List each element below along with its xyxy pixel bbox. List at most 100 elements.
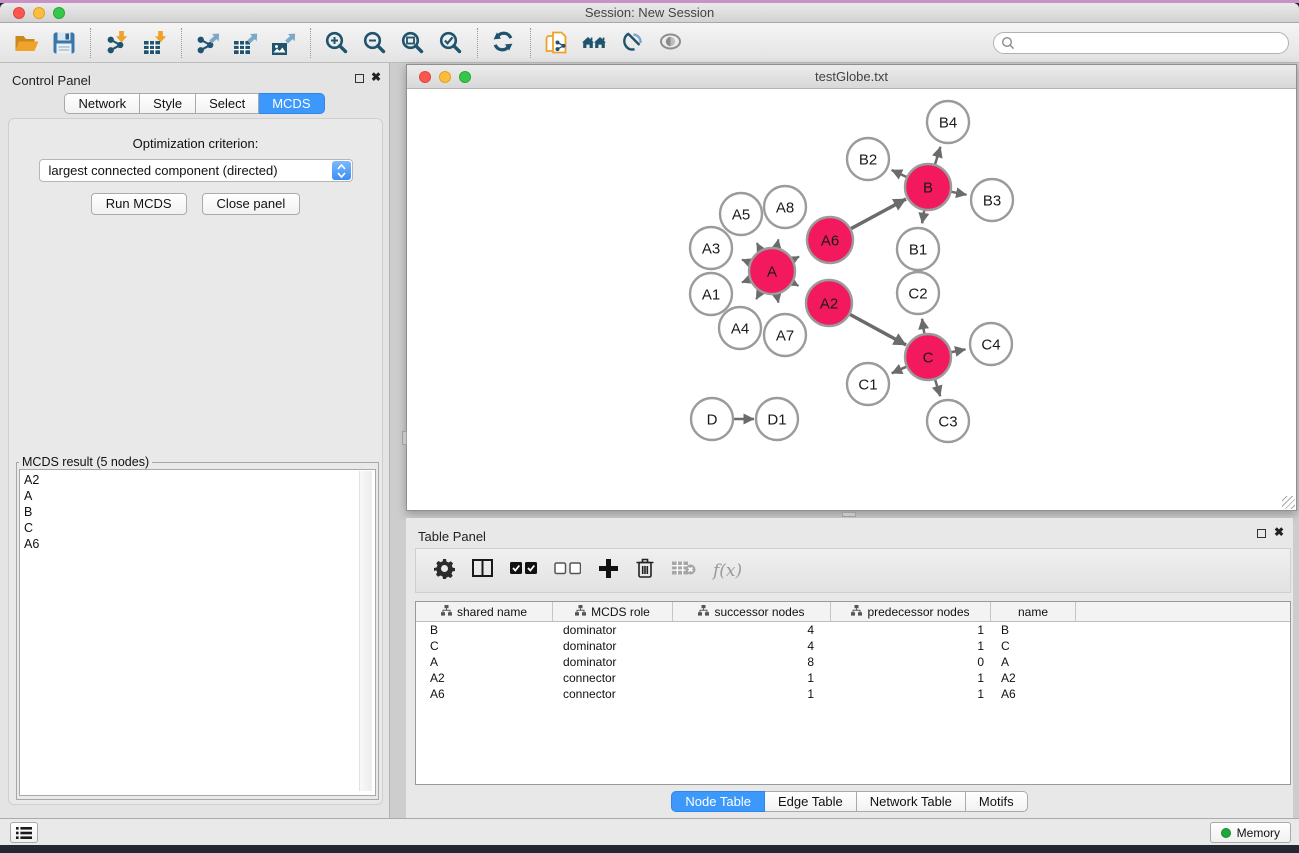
graph-node-A5[interactable]: A5 bbox=[720, 193, 762, 235]
horizontal-splitter-handle[interactable] bbox=[842, 512, 856, 517]
table-float-panel-icon[interactable] bbox=[1257, 529, 1266, 538]
tab-select[interactable]: Select bbox=[196, 93, 259, 114]
home-button[interactable] bbox=[576, 26, 614, 60]
table-cell[interactable]: dominator bbox=[553, 623, 673, 637]
graph-node-A[interactable]: A bbox=[749, 248, 795, 294]
table-cell[interactable]: 4 bbox=[673, 623, 831, 637]
graph-edge-A-A5[interactable] bbox=[757, 243, 761, 250]
graph-edge-A-A3[interactable] bbox=[742, 260, 750, 263]
graph-edge-A-A8[interactable] bbox=[777, 239, 779, 247]
graph-edge-A2-C[interactable] bbox=[850, 315, 906, 346]
graph-edge-A-A7[interactable] bbox=[777, 295, 779, 303]
table-cell[interactable]: 1 bbox=[831, 639, 991, 653]
result-item[interactable]: A2 bbox=[24, 472, 375, 488]
table-cell[interactable]: dominator bbox=[553, 639, 673, 653]
graph-node-A7[interactable]: A7 bbox=[764, 314, 806, 356]
network-from-selection-button[interactable] bbox=[538, 26, 576, 60]
graph-node-A2[interactable]: A2 bbox=[806, 280, 852, 326]
window-resize-grip[interactable] bbox=[1282, 496, 1295, 509]
table-tab-node-table[interactable]: Node Table bbox=[671, 791, 765, 812]
table-row[interactable]: Cdominator41C bbox=[416, 638, 1290, 654]
table-cell[interactable]: connector bbox=[553, 671, 673, 685]
graph-node-A8[interactable]: A8 bbox=[764, 186, 806, 228]
result-scrollbar[interactable] bbox=[359, 471, 372, 791]
show-all-columns-button[interactable] bbox=[510, 559, 537, 583]
import-network-button[interactable] bbox=[98, 26, 136, 60]
graph-edge-B-B3[interactable] bbox=[952, 192, 967, 195]
table-cell[interactable]: 1 bbox=[673, 671, 831, 685]
close-panel-button[interactable]: Close panel bbox=[202, 193, 301, 215]
graph-node-A4[interactable]: A4 bbox=[719, 307, 761, 349]
run-mcds-button[interactable]: Run MCDS bbox=[91, 193, 187, 215]
memory-button[interactable]: Memory bbox=[1210, 822, 1291, 843]
vertical-splitter-handle[interactable] bbox=[402, 431, 407, 445]
refresh-layout-button[interactable] bbox=[485, 26, 523, 60]
graph-edge-A-A1[interactable] bbox=[742, 280, 750, 283]
table-close-panel-icon[interactable]: ✖ bbox=[1274, 525, 1284, 539]
style-preview-toggle-button[interactable] bbox=[614, 26, 652, 60]
table-row[interactable]: Bdominator41B bbox=[416, 622, 1290, 638]
export-table-button[interactable] bbox=[227, 26, 265, 60]
graph-node-B2[interactable]: B2 bbox=[847, 138, 889, 180]
table-cell[interactable]: 1 bbox=[831, 671, 991, 685]
graph-node-B4[interactable]: B4 bbox=[927, 101, 969, 143]
network-view-window[interactable]: testGlobe.txt B4 B2 B B3 B1 A5 A8 A6 A3 bbox=[406, 64, 1297, 511]
graph-edge-A-A2[interactable] bbox=[793, 283, 799, 286]
window-titlebar[interactable]: Session: New Session bbox=[0, 3, 1299, 23]
table-cell[interactable]: A6 bbox=[991, 687, 1076, 701]
task-history-button[interactable] bbox=[10, 822, 38, 843]
zoom-selected-button[interactable] bbox=[432, 26, 470, 60]
graph-edge-B-B1[interactable] bbox=[922, 211, 924, 224]
table-cell[interactable]: connector bbox=[553, 687, 673, 701]
search-input[interactable] bbox=[1016, 34, 1288, 52]
export-image-button[interactable] bbox=[265, 26, 303, 60]
table-cell[interactable]: A bbox=[416, 655, 553, 669]
column-header-MCDS-role[interactable]: MCDS role bbox=[553, 602, 673, 621]
split-panel-button[interactable] bbox=[472, 559, 493, 583]
graph-node-D[interactable]: D bbox=[691, 398, 733, 440]
graph-node-C3[interactable]: C3 bbox=[927, 400, 969, 442]
table-cell[interactable]: 0 bbox=[831, 655, 991, 669]
graph-edge-C-C4[interactable] bbox=[952, 349, 966, 352]
graph-node-C1[interactable]: C1 bbox=[847, 363, 889, 405]
table-cell[interactable]: 1 bbox=[831, 623, 991, 637]
graph-node-B3[interactable]: B3 bbox=[971, 179, 1013, 221]
zoom-in-button[interactable] bbox=[318, 26, 356, 60]
search-box[interactable] bbox=[993, 32, 1289, 54]
delete-columns-button[interactable] bbox=[635, 559, 655, 583]
table-cell[interactable]: B bbox=[991, 623, 1076, 637]
column-header-name[interactable]: name bbox=[991, 602, 1076, 621]
table-cell[interactable]: A bbox=[991, 655, 1076, 669]
hide-all-columns-button[interactable] bbox=[554, 559, 581, 583]
graph-edge-B-B2[interactable] bbox=[892, 170, 907, 177]
criterion-dropdown[interactable]: largest connected component (directed) bbox=[39, 159, 353, 182]
column-header-shared-name[interactable]: shared name bbox=[416, 602, 553, 621]
tab-mcds[interactable]: MCDS bbox=[259, 93, 324, 114]
table-cell[interactable]: 4 bbox=[673, 639, 831, 653]
table-cell[interactable]: A2 bbox=[991, 671, 1076, 685]
network-canvas[interactable]: B4 B2 B B3 B1 A5 A8 A6 A3 A A1 C2 A2 bbox=[407, 89, 1296, 510]
table-cell[interactable]: 8 bbox=[673, 655, 831, 669]
open-session-button[interactable] bbox=[7, 26, 45, 60]
float-panel-icon[interactable] bbox=[355, 74, 364, 83]
graph-node-C2[interactable]: C2 bbox=[897, 272, 939, 314]
table-cell[interactable]: C bbox=[416, 639, 553, 653]
table-cell[interactable]: 1 bbox=[831, 687, 991, 701]
table-cell[interactable]: A2 bbox=[416, 671, 553, 685]
graph-node-A3[interactable]: A3 bbox=[690, 227, 732, 269]
table-cell[interactable]: 1 bbox=[673, 687, 831, 701]
table-row[interactable]: A6connector11A6 bbox=[416, 686, 1290, 702]
table-tab-motifs[interactable]: Motifs bbox=[966, 791, 1028, 812]
graph-node-B1[interactable]: B1 bbox=[897, 228, 939, 270]
table-row[interactable]: A2connector11A2 bbox=[416, 670, 1290, 686]
column-header-successor-nodes[interactable]: successor nodes bbox=[673, 602, 831, 621]
network-window-titlebar[interactable]: testGlobe.txt bbox=[407, 65, 1296, 89]
graphics-details-toggle-button[interactable] bbox=[652, 26, 690, 60]
column-settings-button[interactable] bbox=[434, 559, 455, 583]
result-item[interactable]: C bbox=[24, 520, 375, 536]
graph-edge-C-C3[interactable] bbox=[935, 380, 940, 396]
graph-node-C[interactable]: C bbox=[905, 334, 951, 380]
graph-node-C4[interactable]: C4 bbox=[970, 323, 1012, 365]
result-item[interactable]: B bbox=[24, 504, 375, 520]
zoom-fit-button[interactable] bbox=[394, 26, 432, 60]
